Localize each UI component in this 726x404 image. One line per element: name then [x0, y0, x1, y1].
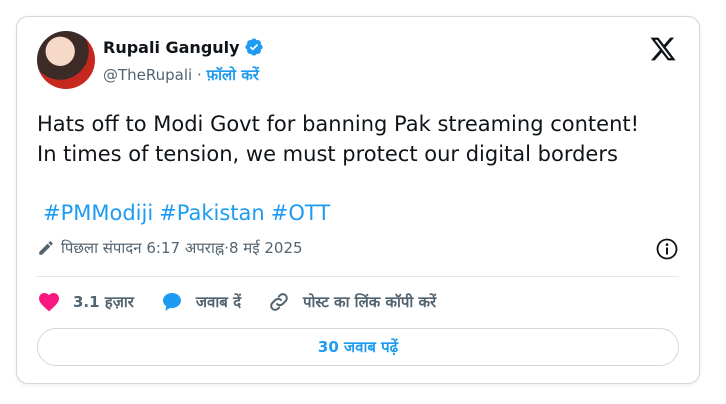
like-button[interactable]: 3.1 हज़ार: [37, 290, 134, 314]
hashtag-link[interactable]: #OTT: [271, 201, 330, 225]
author-name-row: Rupali Ganguly: [103, 37, 264, 57]
tweet-time[interactable]: 6:17 अपराह्न: [146, 238, 224, 258]
divider: [37, 276, 679, 277]
read-replies-button[interactable]: 30 जवाब पढ़ें: [37, 328, 679, 366]
x-logo-icon[interactable]: [649, 35, 677, 63]
author-display-name[interactable]: Rupali Ganguly: [103, 38, 240, 57]
read-replies-label: 30 जवाब पढ़ें: [317, 338, 399, 356]
tweet-meta: पिछला संपादन 6:17 अपराह्न · 8 मई 2025: [37, 238, 303, 258]
reply-bubble-icon: [162, 293, 181, 311]
tweet-text-line: Hats off to Modi Govt for banning Pak st…: [37, 112, 640, 136]
author-handle[interactable]: @TheRupali: [103, 66, 192, 84]
hashtag-link[interactable]: #Pakistan: [159, 201, 265, 225]
hashtags: #PMModiji #Pakistan #OTT: [43, 201, 336, 225]
link-icon: [270, 293, 288, 311]
info-icon[interactable]: [655, 237, 679, 261]
tweet-card: Rupali Ganguly @TheRupali · फ़ॉलो करें H…: [16, 16, 700, 384]
reply-button[interactable]: जवाब दें: [160, 290, 241, 314]
author-handle-row: @TheRupali · फ़ॉलो करें: [103, 65, 259, 85]
reply-label: जवाब दें: [195, 293, 242, 311]
follow-button[interactable]: फ़ॉलो करें: [207, 66, 259, 84]
pencil-icon: [39, 241, 53, 255]
copy-link-label: पोस्ट का लिंक कॉपी करें: [303, 293, 437, 311]
copy-link-button[interactable]: पोस्ट का लिंक कॉपी करें: [267, 290, 436, 314]
action-bar: 3.1 हज़ार जवाब दें पोस्ट का लिंक कॉपी कर…: [37, 288, 462, 316]
edited-label[interactable]: पिछला संपादन: [61, 238, 142, 258]
handle-separator: ·: [192, 66, 207, 84]
avatar[interactable]: [37, 31, 95, 89]
tweet-text-line: In times of tension, we must protect our…: [37, 142, 618, 166]
hashtag-link[interactable]: #PMModiji: [43, 201, 153, 225]
like-count: 3.1 हज़ार: [73, 293, 134, 311]
heart-icon: [39, 293, 59, 312]
tweet-date[interactable]: 8 मई 2025: [229, 238, 303, 258]
verified-badge-icon: [245, 38, 263, 56]
tweet-text: Hats off to Modi Govt for banning Pak st…: [37, 109, 687, 169]
